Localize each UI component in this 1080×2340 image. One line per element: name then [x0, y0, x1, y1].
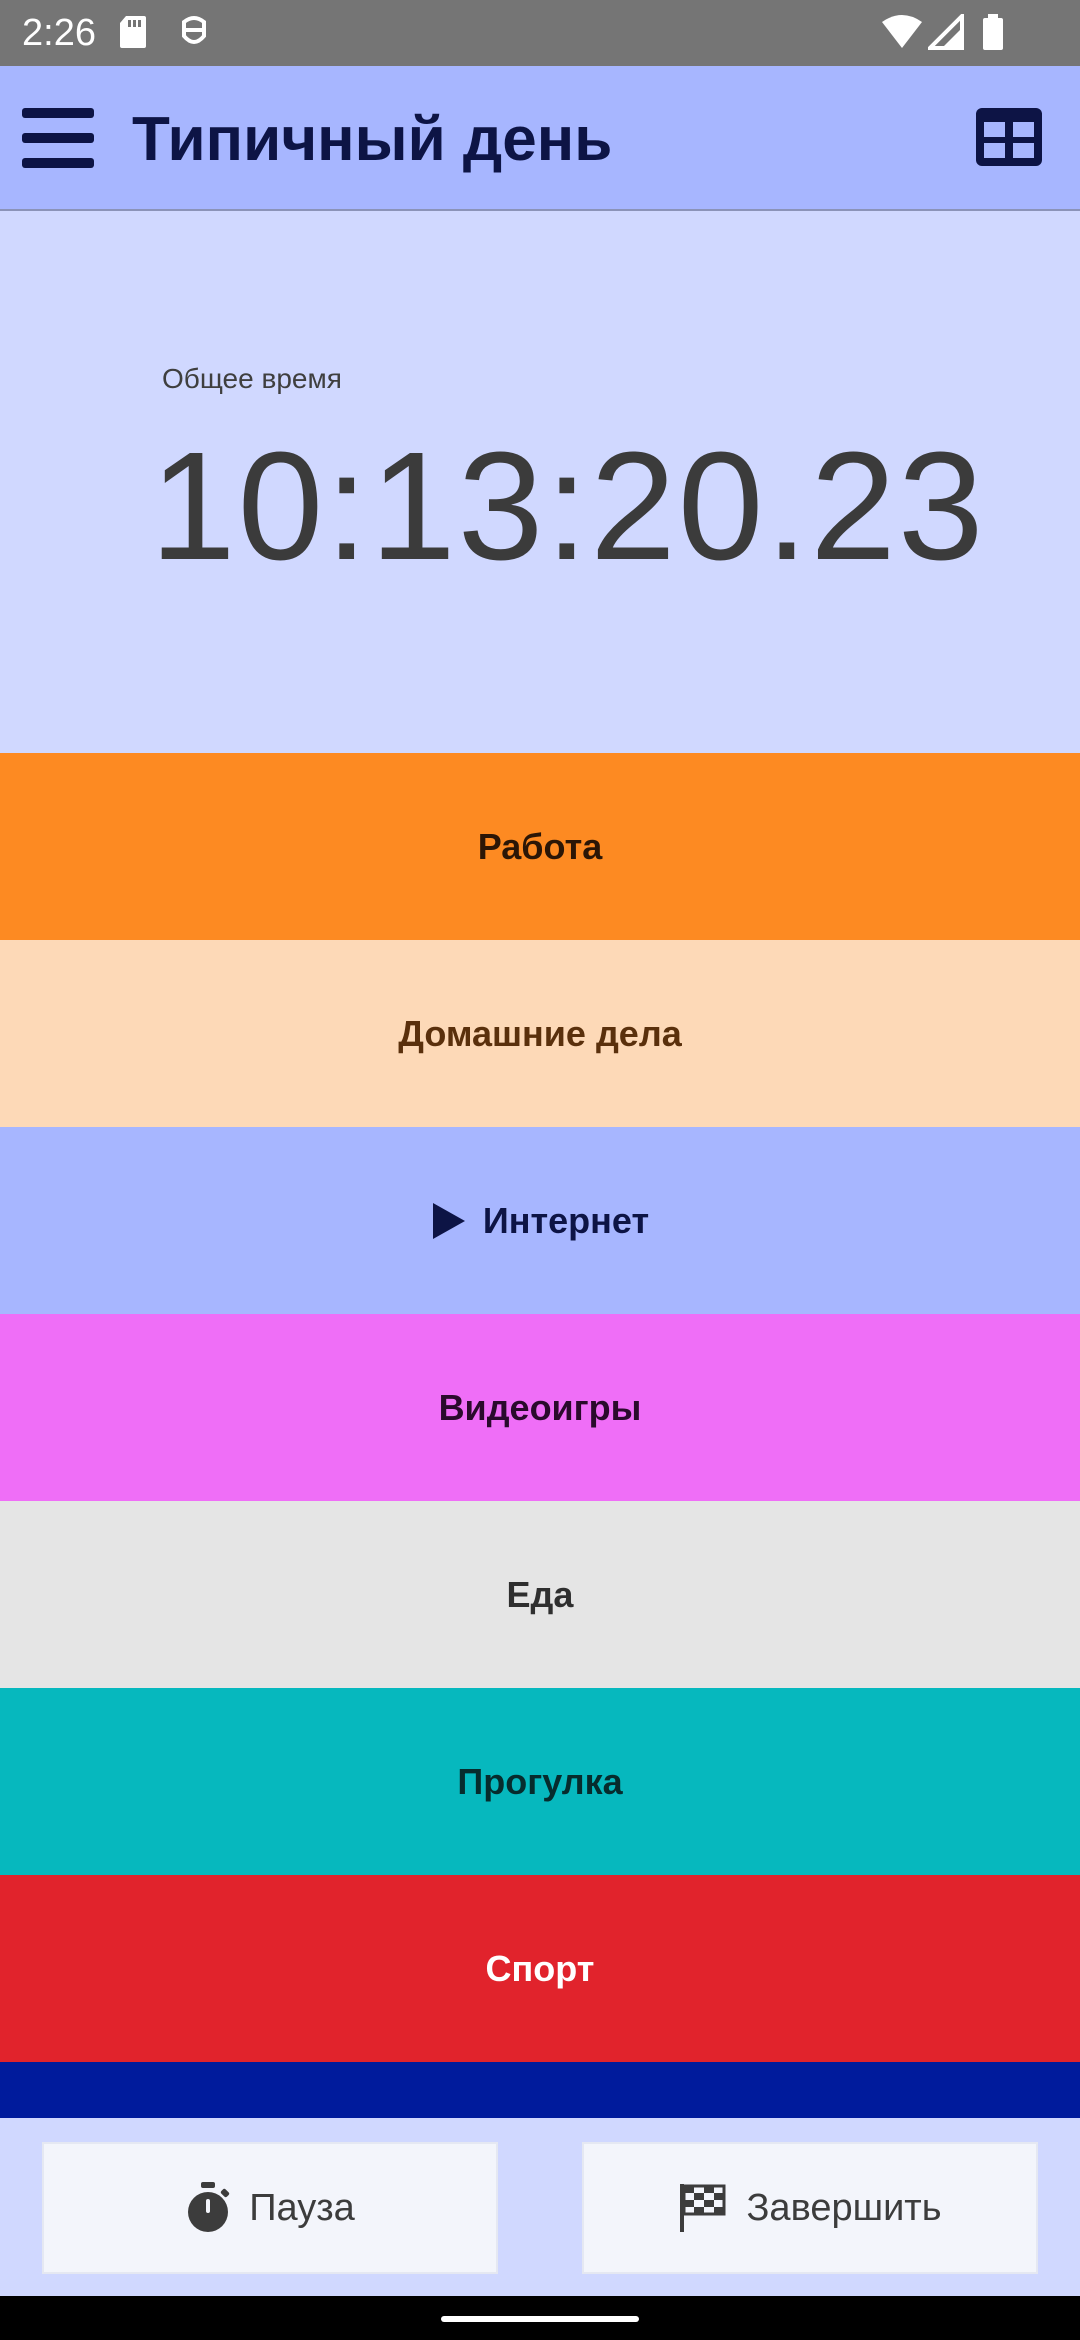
- bottom-actions: Пауза Завершить: [0, 2118, 1080, 2296]
- total-time-panel: Общее время 10:13:20.23: [0, 211, 1080, 753]
- shield-icon: [178, 14, 210, 55]
- wifi-icon: [882, 14, 922, 55]
- activity-label: Прогулка: [457, 1760, 623, 1802]
- activity-label: Спорт: [485, 1947, 595, 1989]
- finish-button[interactable]: Завершить: [582, 2142, 1038, 2274]
- finish-label: Завершить: [746, 2186, 942, 2229]
- sd-card-icon: [118, 14, 148, 55]
- status-bar: 2:26: [0, 0, 1080, 66]
- activity-item[interactable]: Прогулка: [0, 1688, 1080, 1875]
- battery-icon: [982, 14, 1004, 55]
- activity-label: Домашние дела: [398, 1012, 682, 1054]
- activity-item[interactable]: Работа: [0, 753, 1080, 940]
- page-title: Типичный день: [132, 105, 613, 174]
- status-time: 2:26: [22, 12, 96, 54]
- activity-item[interactable]: Видеоигры: [0, 1314, 1080, 1501]
- activity-item[interactable]: Еда: [0, 1501, 1080, 1688]
- activity-item[interactable]: Спорт: [0, 1875, 1080, 2062]
- stopwatch-icon: [188, 2182, 230, 2232]
- table-icon: [976, 108, 1042, 166]
- activity-item[interactable]: Домашние дела: [0, 940, 1080, 1127]
- play-icon: [432, 1202, 465, 1239]
- activity-label: Еда: [506, 1573, 574, 1615]
- navigation-bar: [0, 2296, 1080, 2340]
- table-view-button[interactable]: [974, 106, 1044, 168]
- activity-label: Видеоигры: [438, 1386, 642, 1428]
- app-bar: Типичный день: [0, 66, 1080, 211]
- activity-label: Интернет: [482, 1199, 650, 1241]
- checkered-flag-icon: [680, 2184, 726, 2232]
- total-time-label: Общее время: [162, 363, 342, 394]
- activity-item[interactable]: Интернет: [0, 1127, 1080, 1314]
- pause-label: Пауза: [249, 2186, 355, 2229]
- signal-icon: [925, 11, 964, 55]
- menu-button[interactable]: [20, 104, 96, 172]
- activity-item-partial[interactable]: [0, 2062, 1080, 2118]
- pause-button[interactable]: Пауза: [42, 2142, 498, 2274]
- total-time-value: 10:13:20.23: [150, 420, 986, 592]
- activity-label: Работа: [477, 825, 603, 867]
- home-indicator[interactable]: [441, 2316, 639, 2322]
